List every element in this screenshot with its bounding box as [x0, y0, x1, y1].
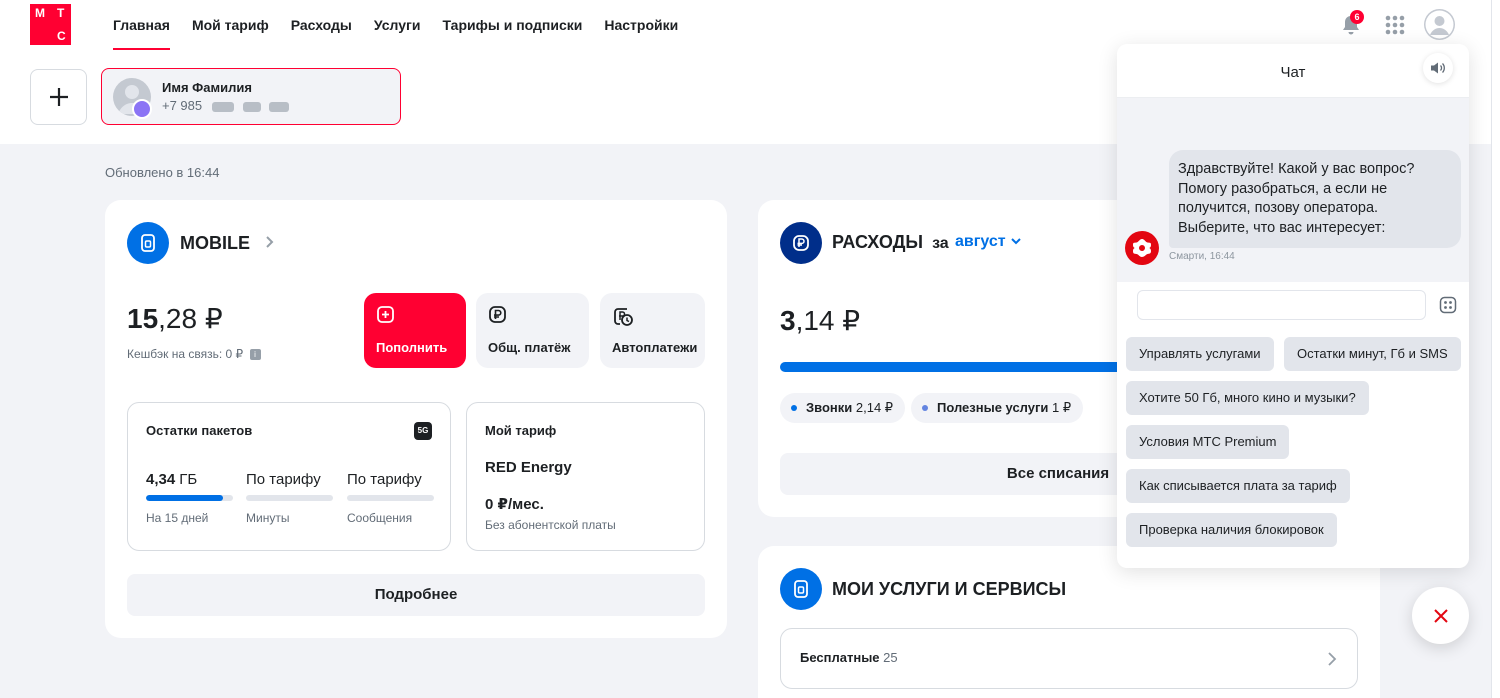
tariff-note: Без абонентской платы [485, 518, 616, 532]
mobile-balance: 15,28 ₽ [127, 303, 223, 334]
free-services-count: 25 [883, 650, 898, 665]
main-nav: Главная Мой тариф Расходы Услуги Тарифы … [113, 0, 700, 50]
scrollbar[interactable] [1491, 0, 1500, 698]
package-caption: Сообщения [347, 511, 413, 525]
autopayments-button[interactable]: Автоплатежи [600, 293, 705, 368]
chat-title: Чат [1280, 64, 1306, 81]
nav-my-tariff[interactable]: Мой тариф [192, 0, 269, 50]
pill-useful-services[interactable]: Полезные услуги 1 ₽ [911, 393, 1084, 423]
tariff-card-title: Мой тариф [485, 423, 557, 438]
user-avatar-icon[interactable] [1424, 9, 1455, 40]
chevron-right-icon[interactable] [263, 234, 277, 255]
services-title: МОИ УСЛУГИ И СЕРВИСЫ [832, 579, 1067, 599]
free-services-row[interactable]: Бесплатные 25 [780, 628, 1358, 689]
chat-input[interactable] [1137, 290, 1426, 320]
account-card[interactable]: Имя Фамилия +7 985 [101, 68, 401, 125]
services-sim-icon [780, 568, 822, 610]
package-item: По тарифу Минуты [246, 471, 333, 525]
autopay-icon [612, 305, 634, 330]
notification-badge: 6 [1350, 10, 1364, 24]
add-account-button[interactable] [30, 69, 87, 125]
sound-icon[interactable] [1423, 53, 1453, 83]
expenses-title: РАСХОДЫ за [832, 232, 949, 252]
message-meta: Смарти, 16:44 [1169, 251, 1235, 262]
chip-remaining-minutes[interactable]: Остатки минут, Гб и SMS [1284, 337, 1461, 371]
chat-header: Чат [1117, 44, 1469, 98]
5g-badge-icon: 5G [414, 422, 432, 440]
smarty-bot-avatar-icon [1125, 231, 1159, 265]
close-icon [1433, 608, 1448, 623]
package-item: 4,34 ГБ На 15 дней [146, 471, 233, 525]
updated-time: Обновлено в 16:44 [105, 165, 220, 180]
packages-title: Остатки пакетов [146, 423, 253, 438]
nav-services[interactable]: Услуги [374, 0, 421, 50]
chevron-down-icon [1011, 238, 1021, 245]
nav-tariffs-subscriptions[interactable]: Тарифы и подписки [442, 0, 582, 50]
package-value: По тарифу [246, 471, 321, 488]
expenses-amount: 3,14 ₽ [780, 305, 861, 336]
emoji-keyboard-icon[interactable] [1439, 296, 1457, 319]
top-up-button[interactable]: Пополнить [364, 293, 466, 368]
package-value: По тарифу [347, 471, 422, 488]
pill-calls[interactable]: Звонки 2,14 ₽ [780, 393, 906, 423]
chat-messages: Здравствуйте! Какой у вас вопрос? Помогу… [1117, 98, 1469, 282]
common-payment-button[interactable]: Общ. платёж [476, 293, 589, 368]
plus-square-icon [376, 305, 396, 328]
chat-panel: Чат Здравствуйте! Какой у вас вопрос? По… [1117, 44, 1469, 568]
more-details-button[interactable]: Подробнее [127, 574, 705, 616]
chip-manage-services[interactable]: Управлять услугами [1126, 337, 1274, 371]
package-caption: Минуты [246, 511, 290, 525]
chip-mts-premium[interactable]: Условия МТС Premium [1126, 425, 1290, 459]
chip-check-blocks[interactable]: Проверка наличия блокировок [1126, 513, 1337, 547]
free-services-label: Бесплатные [800, 650, 880, 665]
account-phone: +7 985 [162, 98, 289, 113]
nav-expenses[interactable]: Расходы [291, 0, 352, 50]
tariff-price: 0 ₽/мес. [485, 496, 544, 513]
logo-letter-t: Т [57, 6, 65, 20]
nav-settings[interactable]: Настройки [604, 0, 678, 50]
chevron-right-icon [1327, 651, 1337, 672]
ruble-circle-icon [780, 222, 822, 264]
month-dropdown[interactable]: август [955, 233, 1022, 251]
sim-icon [127, 222, 169, 264]
package-progress-bar [146, 495, 233, 501]
mts-logo[interactable]: М Т С [30, 4, 71, 45]
account-status-icon [132, 99, 152, 119]
package-caption: На 15 дней [146, 511, 209, 525]
tariff-name: RED Energy [485, 459, 572, 476]
package-progress-bar [246, 495, 333, 501]
account-name: Имя Фамилия [162, 80, 252, 95]
mobile-card: MOBILE 15,28 ₽ Кешбэк на связь: 0 ₽ i По… [105, 200, 727, 638]
ruble-icon [488, 305, 508, 328]
chip-tariff-charge[interactable]: Как списывается плата за тариф [1126, 469, 1350, 503]
logo-letter-s: С [57, 29, 66, 43]
plus-icon [49, 88, 68, 106]
bot-message: Здравствуйте! Какой у вас вопрос? Помогу… [1169, 150, 1461, 248]
logo-letter-m: М [35, 6, 45, 20]
package-item: По тарифу Сообщения [347, 471, 434, 525]
info-icon[interactable]: i [249, 349, 261, 361]
mobile-title[interactable]: MOBILE [180, 233, 250, 254]
chip-50gb-offer[interactable]: Хотите 50 Гб, много кино и музыки? [1126, 381, 1369, 415]
packages-card[interactable]: Остатки пакетов 5G 4,34 ГБ На 15 дней По та… [127, 402, 451, 551]
my-tariff-card[interactable]: Мой тариф RED Energy 0 ₽/мес. Без абонен… [466, 402, 705, 551]
nav-home[interactable]: Главная [113, 0, 170, 50]
apps-grid-icon[interactable] [1380, 10, 1410, 40]
cashback-text: Кешбэк на связь: 0 ₽ i [127, 347, 261, 361]
services-card: МОИ УСЛУГИ И СЕРВИСЫ Бесплатные 25 [758, 546, 1380, 698]
package-value: 4,34 ГБ [146, 471, 198, 488]
close-chat-button[interactable] [1412, 587, 1469, 644]
package-progress-bar [347, 495, 434, 501]
